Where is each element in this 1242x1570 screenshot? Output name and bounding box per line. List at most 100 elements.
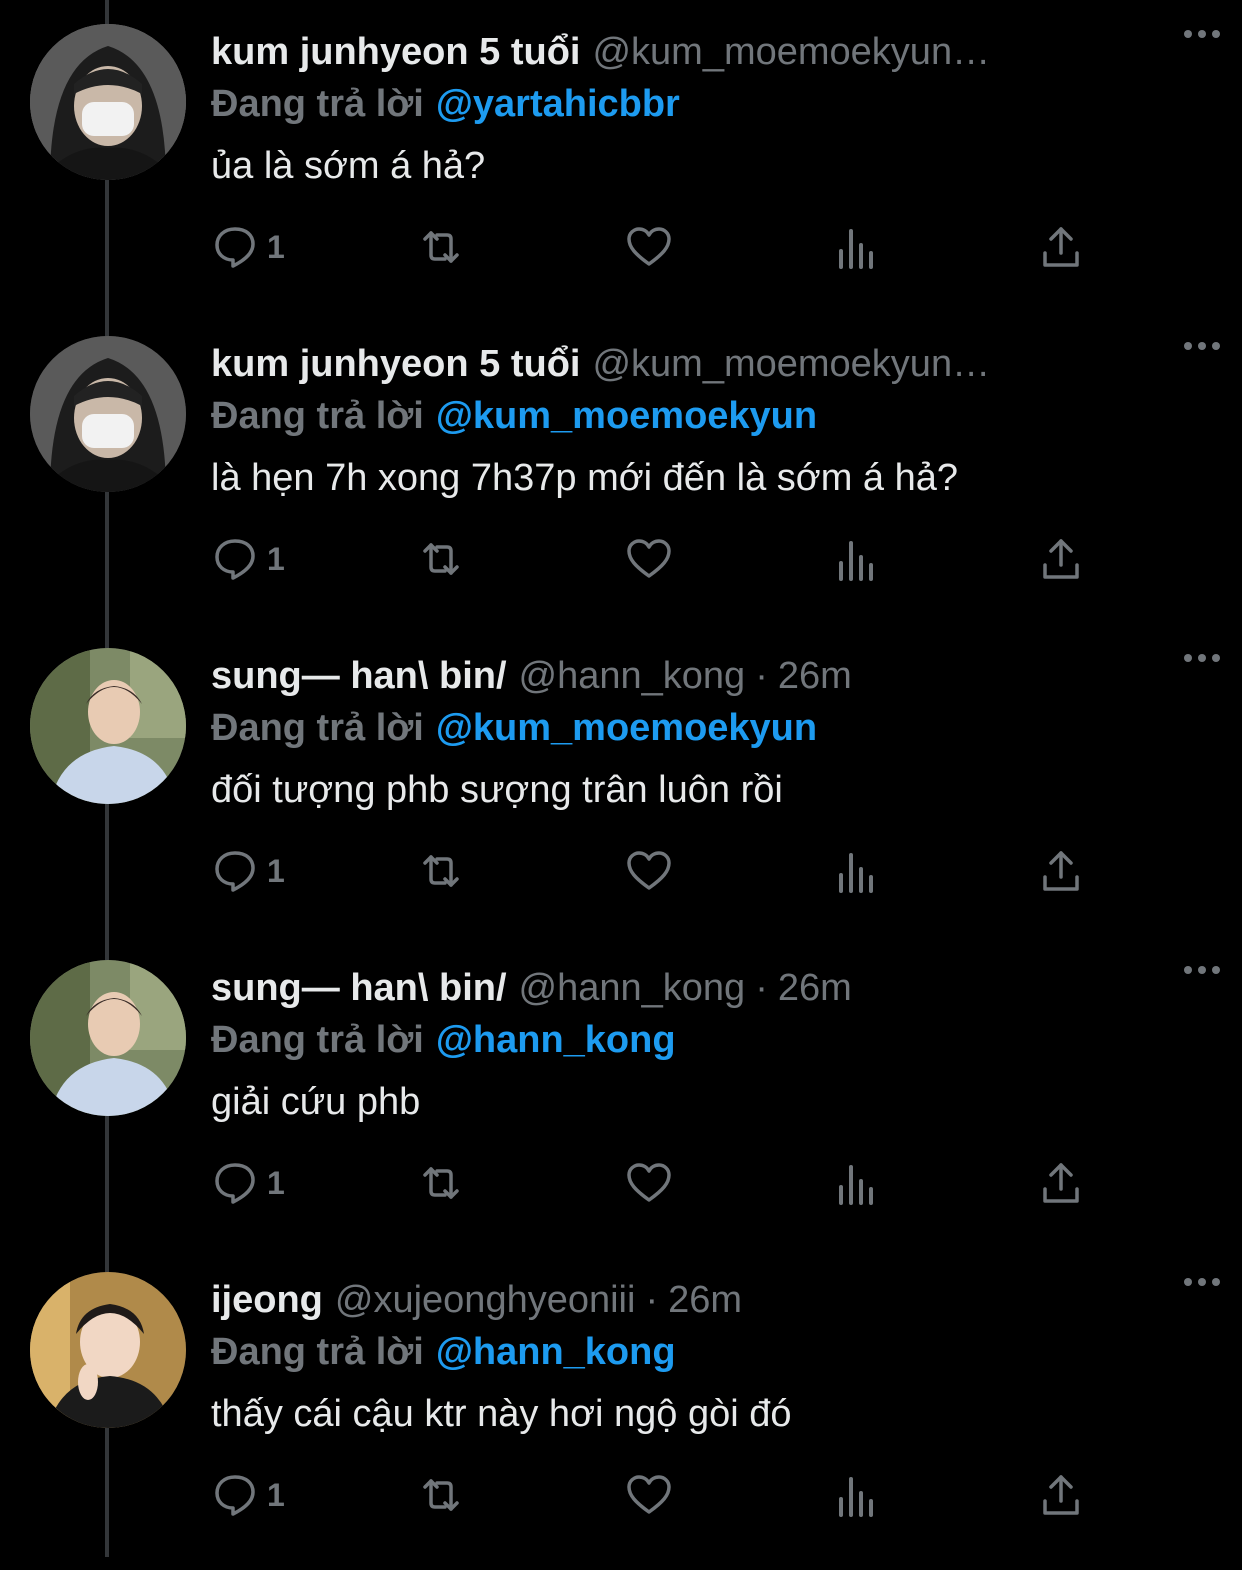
more-options-button[interactable]: [1182, 648, 1222, 668]
share-button[interactable]: [1037, 1470, 1085, 1520]
replying-to: Đang trả lời @hann_kong: [211, 1012, 1211, 1068]
retweet-button[interactable]: [417, 1470, 465, 1520]
replying-to-handle[interactable]: @yartahicbbr: [436, 83, 680, 125]
retweet-button[interactable]: [417, 534, 465, 584]
replying-to-label: Đang trả lời: [211, 83, 424, 125]
replying-to: Đang trả lời @kum_moemoekyun: [211, 388, 1211, 444]
share-icon: [1043, 227, 1079, 267]
reply-button[interactable]: 1: [211, 846, 285, 896]
tweet[interactable]: sung— han\ bin/ @hann_kong · 26m Đang tr…: [0, 946, 1242, 1258]
like-button[interactable]: [625, 1470, 673, 1520]
reply-button[interactable]: 1: [211, 1158, 285, 1208]
retweet-button[interactable]: [417, 846, 465, 896]
replying-to-label: Đang trả lời: [211, 1331, 424, 1373]
tweet-header: sung— han\ bin/ @hann_kong · 26m: [211, 648, 1211, 704]
display-name[interactable]: kum junhyeon 5 tuổi: [211, 336, 580, 392]
views-button[interactable]: [833, 222, 881, 272]
share-icon: [1043, 539, 1079, 579]
reply-button[interactable]: 1: [211, 534, 285, 584]
retweet-icon: [423, 231, 459, 263]
tweet-time[interactable]: 26m: [668, 1272, 742, 1328]
retweet-icon: [423, 855, 459, 887]
reply-button[interactable]: 1: [211, 222, 285, 272]
display-name[interactable]: ijeong: [211, 1272, 323, 1328]
reply-button[interactable]: 1: [211, 1470, 285, 1520]
user-handle[interactable]: @kum_moemoekyun…: [592, 336, 990, 392]
replying-to-handle[interactable]: @hann_kong: [436, 1331, 676, 1373]
reply-icon: [215, 227, 255, 268]
tweet-header: sung— han\ bin/ @hann_kong · 26m: [211, 960, 1211, 1016]
views-button[interactable]: [833, 1158, 881, 1208]
replying-to-handle[interactable]: @kum_moemoekyun: [436, 707, 817, 749]
tweet[interactable]: sung— han\ bin/ @hann_kong · 26m Đang tr…: [0, 634, 1242, 946]
share-button[interactable]: [1037, 1158, 1085, 1208]
tweet-text: giải cứu phb: [211, 1081, 421, 1123]
tweet-actions: 1: [211, 1158, 1091, 1208]
reply-count: 1: [267, 228, 285, 265]
avatar-selfie-image: [30, 1272, 186, 1428]
share-button[interactable]: [1037, 846, 1085, 896]
replying-to: Đang trả lời @hann_kong: [211, 1324, 1211, 1380]
avatar[interactable]: [30, 336, 186, 492]
views-button[interactable]: [833, 846, 881, 896]
tweet-time[interactable]: 26m: [778, 648, 852, 704]
tweet-time[interactable]: 26m: [778, 960, 852, 1016]
replying-to-label: Đang trả lời: [211, 707, 424, 749]
display-name[interactable]: sung— han\ bin/: [211, 648, 507, 704]
avatar[interactable]: [30, 1272, 186, 1428]
avatar-outdoor-portrait-image: [30, 648, 186, 804]
like-button[interactable]: [625, 846, 673, 896]
more-options-button[interactable]: [1182, 960, 1222, 980]
tweet[interactable]: kum junhyeon 5 tuổi @kum_moemoekyun… Đan…: [0, 10, 1242, 322]
separator-dot: ·: [755, 967, 768, 1009]
heart-icon: [627, 1475, 671, 1514]
retweet-button[interactable]: [417, 1158, 465, 1208]
views-icon: [839, 853, 873, 893]
retweet-button[interactable]: [417, 222, 465, 272]
tweet-content: kum junhyeon 5 tuổi @kum_moemoekyun… Đan…: [211, 336, 1211, 506]
tweet-header: kum junhyeon 5 tuổi @kum_moemoekyun…: [211, 24, 1211, 80]
reply-count: 1: [267, 1164, 285, 1201]
avatar[interactable]: [30, 24, 186, 180]
replying-to: Đang trả lời @yartahicbbr: [211, 76, 1211, 132]
user-handle[interactable]: @hann_kong: [519, 648, 746, 704]
replying-to-handle[interactable]: @kum_moemoekyun: [436, 395, 817, 437]
tweet-content: ijeong @xujeonghyeoniii · 26m Đang trả l…: [211, 1272, 1211, 1442]
more-icon: [1184, 1278, 1220, 1286]
replying-to-label: Đang trả lời: [211, 395, 424, 437]
more-options-button[interactable]: [1182, 24, 1222, 44]
user-handle[interactable]: @hann_kong: [519, 960, 746, 1016]
reply-count: 1: [267, 540, 285, 577]
avatar[interactable]: [30, 648, 186, 804]
tweet[interactable]: ijeong @xujeonghyeoniii · 26m Đang trả l…: [0, 1258, 1242, 1570]
avatar-hooded-mask-image: [30, 24, 186, 180]
display-name[interactable]: sung— han\ bin/: [211, 960, 507, 1016]
reply-icon: [215, 851, 255, 892]
heart-icon: [627, 227, 671, 266]
views-button[interactable]: [833, 534, 881, 584]
tweet-actions: 1: [211, 534, 1091, 584]
views-button[interactable]: [833, 1470, 881, 1520]
avatar[interactable]: [30, 960, 186, 1116]
user-handle[interactable]: @kum_moemoekyun…: [592, 24, 990, 80]
more-icon: [1184, 342, 1220, 350]
replying-to-handle[interactable]: @hann_kong: [436, 1019, 676, 1061]
views-icon: [839, 541, 873, 581]
separator-dot: ·: [645, 1279, 659, 1321]
more-options-button[interactable]: [1182, 1272, 1222, 1292]
more-icon: [1184, 966, 1220, 974]
tweet-content: sung— han\ bin/ @hann_kong · 26m Đang tr…: [211, 960, 1211, 1130]
like-button[interactable]: [625, 1158, 673, 1208]
share-button[interactable]: [1037, 222, 1085, 272]
share-button[interactable]: [1037, 534, 1085, 584]
like-button[interactable]: [625, 222, 673, 272]
user-handle[interactable]: @xujeonghyeoniii: [335, 1272, 636, 1328]
tweet-text: đối tượng phb sượng trân luôn rồi: [211, 769, 783, 811]
display-name[interactable]: kum junhyeon 5 tuổi: [211, 24, 580, 80]
like-button[interactable]: [625, 534, 673, 584]
more-options-button[interactable]: [1182, 336, 1222, 356]
tweet[interactable]: kum junhyeon 5 tuổi @kum_moemoekyun… Đan…: [0, 322, 1242, 634]
heart-icon: [627, 851, 671, 890]
replying-to-label: Đang trả lời: [211, 1019, 424, 1061]
reply-icon: [215, 1163, 255, 1204]
